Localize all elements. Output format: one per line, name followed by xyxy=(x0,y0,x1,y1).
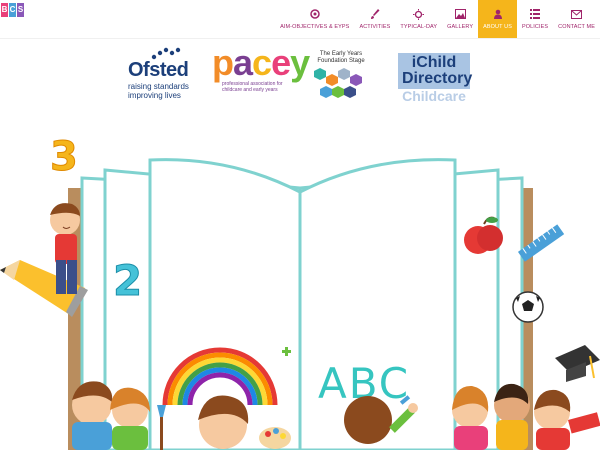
ofsted-tagline-1: raising standards xyxy=(128,82,189,91)
nav-item-policies[interactable]: POLICIES xyxy=(517,0,553,38)
eyfs-title-1: The Early Years xyxy=(319,51,363,57)
pacey-letter: a xyxy=(233,42,253,83)
ichild-directory-logo[interactable]: iChild Directory Childcare xyxy=(398,53,473,104)
nav-item-contact-me[interactable]: CONTACT ME xyxy=(553,0,600,38)
pacey-letter: p xyxy=(212,42,234,83)
ofsted-name: Ofsted xyxy=(128,59,189,81)
ichild-line-3: Childcare xyxy=(402,88,466,104)
storybook-scene: ABC 3 2 xyxy=(0,134,600,452)
site-logo[interactable]: B C S xyxy=(1,3,24,17)
logo-letter-c: C xyxy=(9,3,16,17)
nav-item-activities[interactable]: ACTIVITIES xyxy=(354,0,395,38)
ofsted-stars-icon xyxy=(151,47,181,60)
logo-letter-b: B xyxy=(1,3,8,17)
nav-label: ACTIVITIES xyxy=(359,24,391,30)
nav-label: POLICIES xyxy=(521,24,549,30)
ichild-box: iChild Directory xyxy=(398,53,473,89)
pacey-tagline-2: childcare and early years xyxy=(222,87,278,93)
mail-icon xyxy=(571,8,583,20)
number-three: 3 xyxy=(50,134,78,180)
nav-label: AIM-OBJECTIVES & EYPS xyxy=(280,24,350,30)
brush-icon xyxy=(369,8,381,20)
logo-letter-s: S xyxy=(17,3,24,17)
image-icon xyxy=(454,8,466,20)
nav-item-typical-day[interactable]: TYPICAL-DAY xyxy=(395,0,442,38)
hexagons-icon xyxy=(314,68,362,98)
target-icon xyxy=(309,8,321,20)
nav-label: ABOUT US xyxy=(483,24,512,30)
pacey-logo[interactable]: p a c e y professional association for c… xyxy=(212,42,310,94)
ofsted-tagline-2: improving lives xyxy=(128,91,181,100)
graduation-cap-illustration xyxy=(555,345,600,382)
nav-item-aim-objectives[interactable]: AIM-OBJECTIVES & EYPS xyxy=(275,0,354,38)
list-icon xyxy=(529,8,541,20)
soccer-ball-illustration xyxy=(512,291,544,323)
top-navigation-bar: B C S AIM-OBJECTIVES & EYPS ACTIVITIES T… xyxy=(0,0,600,39)
main-menu: AIM-OBJECTIVES & EYPS ACTIVITIES TYPICAL… xyxy=(275,0,600,38)
ichild-line-2: Directory xyxy=(402,70,473,87)
ichild-line-1: iChild xyxy=(411,54,457,71)
hero-illustration: ABC 3 2 xyxy=(0,120,600,452)
nav-label: TYPICAL-DAY xyxy=(400,24,438,30)
pacey-letter: c xyxy=(252,42,272,83)
ofsted-logo[interactable]: Ofsted raising standards improving lives xyxy=(128,47,189,100)
eyfs-title-2: Foundation Stage xyxy=(317,58,365,64)
nav-item-gallery[interactable]: GALLERY xyxy=(442,0,478,38)
nav-label: GALLERY xyxy=(447,24,474,30)
pacey-letter: y xyxy=(290,42,310,83)
sun-icon xyxy=(413,8,425,20)
pacey-letter: e xyxy=(271,42,291,83)
nav-item-about-us[interactable]: ABOUT US xyxy=(478,0,517,38)
eyfs-logo[interactable]: The Early Years Foundation Stage xyxy=(310,51,372,107)
nav-label: CONTACT ME xyxy=(558,24,595,30)
partner-logos: Ofsted raising standards improving lives… xyxy=(0,45,600,115)
number-two: 2 xyxy=(113,256,142,305)
user-icon xyxy=(492,8,504,20)
